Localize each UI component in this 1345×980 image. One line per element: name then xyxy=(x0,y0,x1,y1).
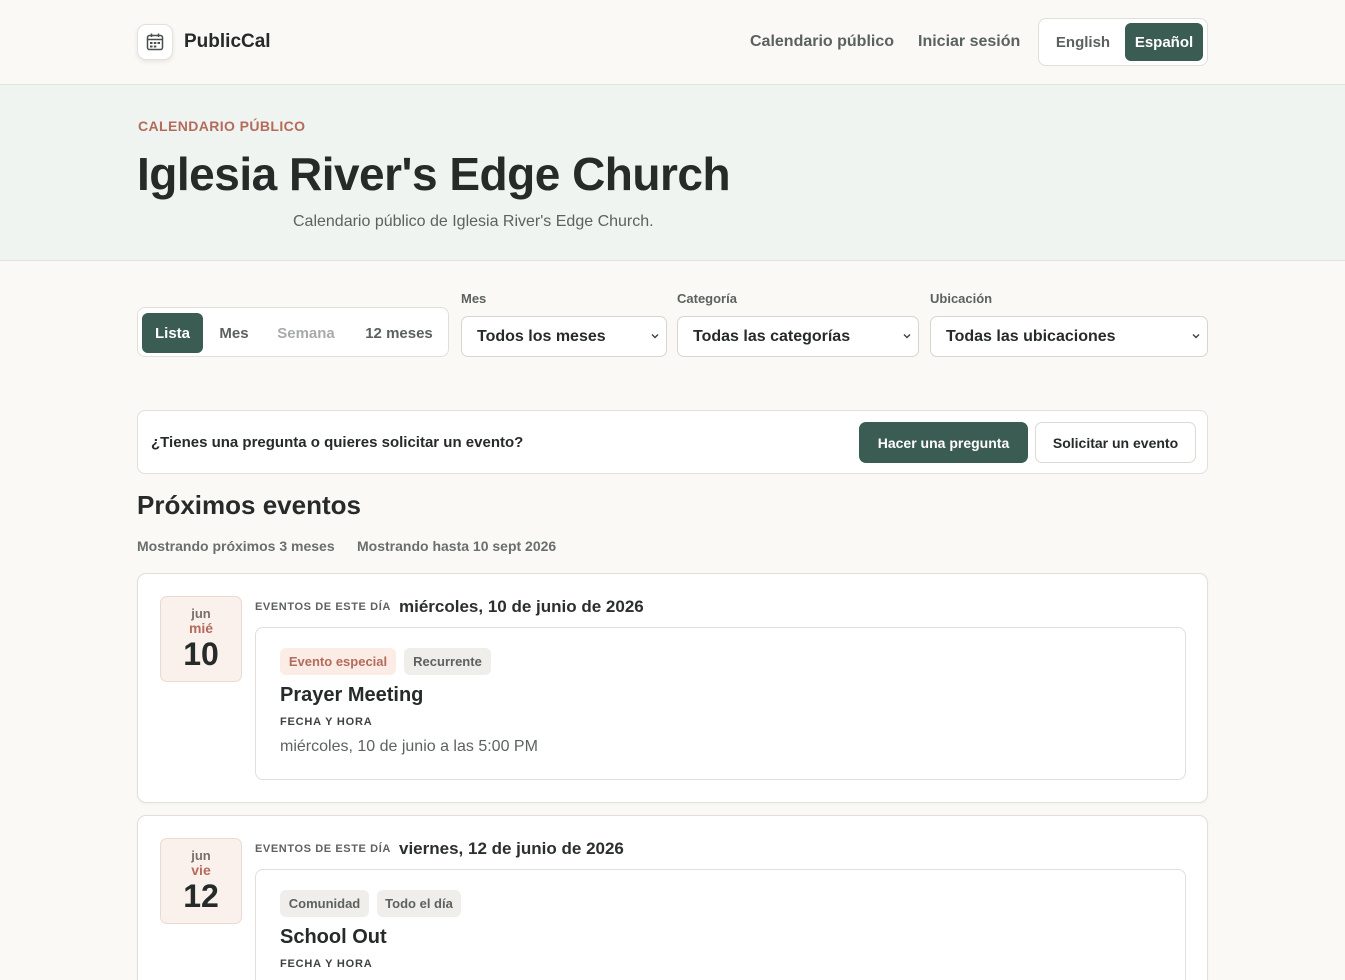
event-tag-all-day: Todo el día xyxy=(377,890,461,917)
calendar-icon xyxy=(137,24,173,60)
view-week-button[interactable]: Semana xyxy=(270,313,342,353)
month-select-value: Todos los meses xyxy=(477,327,606,345)
location-select[interactable]: Todas las ubicaciones xyxy=(930,316,1208,357)
event-tag-recurring: Recurrente xyxy=(404,648,491,675)
view-12-months-button[interactable]: 12 meses xyxy=(356,313,442,353)
language-english-button[interactable]: English xyxy=(1045,23,1121,61)
month-filter-label: Mes xyxy=(461,291,487,306)
event-title[interactable]: Prayer Meeting xyxy=(280,684,423,707)
location-filter-label: Ubicación xyxy=(930,291,993,306)
view-list-button[interactable]: Lista xyxy=(142,313,203,353)
event-title[interactable]: School Out xyxy=(280,926,387,949)
chevron-down-icon xyxy=(903,334,911,339)
date-chip-weekday: vie xyxy=(191,862,211,878)
event-datetime-label: FECHA Y HORA xyxy=(280,958,373,970)
nav-sign-in[interactable]: Iniciar sesión xyxy=(918,33,1020,51)
event-datetime-label: FECHA Y HORA xyxy=(280,716,373,728)
day-date: viernes, 12 de junio de 2026 xyxy=(399,839,624,858)
section-title: Próximos eventos xyxy=(137,490,361,520)
ask-question-button[interactable]: Hacer una pregunta xyxy=(859,422,1028,463)
date-chip-month: jun xyxy=(191,848,211,863)
day-eyebrow: EVENTOS DE ESTE DÍA xyxy=(255,601,391,613)
day-group: jun mié 10 EVENTOS DE ESTE DÍA miércoles… xyxy=(137,573,1208,803)
brand-home-link[interactable]: PublicCal xyxy=(137,24,271,60)
category-select[interactable]: Todas las categorías xyxy=(677,316,919,357)
view-month-button[interactable]: Mes xyxy=(208,313,260,353)
language-spanish-button[interactable]: Español xyxy=(1125,23,1203,61)
event-tag-special: Evento especial xyxy=(280,648,396,675)
event-tag-community: Comunidad xyxy=(280,890,369,917)
chevron-down-icon xyxy=(1192,334,1200,339)
event-card[interactable]: Comunidad Todo el día School Out FECHA Y… xyxy=(255,869,1186,980)
event-datetime: miércoles, 10 de junio a las 5:00 PM xyxy=(280,738,538,755)
day-date: miércoles, 10 de junio de 2026 xyxy=(399,597,644,616)
date-chip-day: 10 xyxy=(183,636,219,672)
until-note: Mostrando hasta 10 sept 2026 xyxy=(357,538,557,554)
range-note: Mostrando próximos 3 meses xyxy=(137,538,335,554)
brand-name: PublicCal xyxy=(184,31,271,52)
top-navigation: PublicCal Calendario público Iniciar ses… xyxy=(0,0,1345,85)
request-event-button[interactable]: Solicitar un evento xyxy=(1035,422,1196,463)
language-switcher: English Español xyxy=(1038,18,1208,66)
category-select-value: Todas las categorías xyxy=(693,327,851,345)
question-bar: ¿Tienes una pregunta o quieres solicitar… xyxy=(137,410,1208,474)
chevron-down-icon xyxy=(651,334,659,339)
event-card[interactable]: Evento especial Recurrente Prayer Meetin… xyxy=(255,627,1186,780)
location-select-value: Todas las ubicaciones xyxy=(946,327,1116,345)
date-chip: jun vie 12 xyxy=(160,838,242,924)
hero-eyebrow: CALENDARIO PÚBLICO xyxy=(138,118,306,134)
date-chip-weekday: mié xyxy=(188,620,214,636)
month-select[interactable]: Todos los meses xyxy=(461,316,667,357)
page-description: Calendario público de Iglesia River's Ed… xyxy=(293,213,654,230)
day-eyebrow: EVENTOS DE ESTE DÍA xyxy=(255,843,391,855)
nav-public-calendar[interactable]: Calendario público xyxy=(750,33,894,51)
category-filter-label: Categoría xyxy=(677,291,737,306)
question-prompt: ¿Tienes una pregunta o quieres solicitar… xyxy=(151,434,524,451)
view-switcher: Lista Mes Semana 12 meses xyxy=(137,307,449,357)
page-title: Iglesia River's Edge Church xyxy=(137,148,731,200)
date-chip-month: jun xyxy=(191,606,211,621)
date-chip-day: 12 xyxy=(183,878,219,914)
date-chip: jun mié 10 xyxy=(160,596,242,682)
hero-banner: CALENDARIO PÚBLICO Iglesia River's Edge … xyxy=(0,85,1345,261)
day-group: jun vie 12 EVENTOS DE ESTE DÍA viernes, … xyxy=(137,815,1208,980)
